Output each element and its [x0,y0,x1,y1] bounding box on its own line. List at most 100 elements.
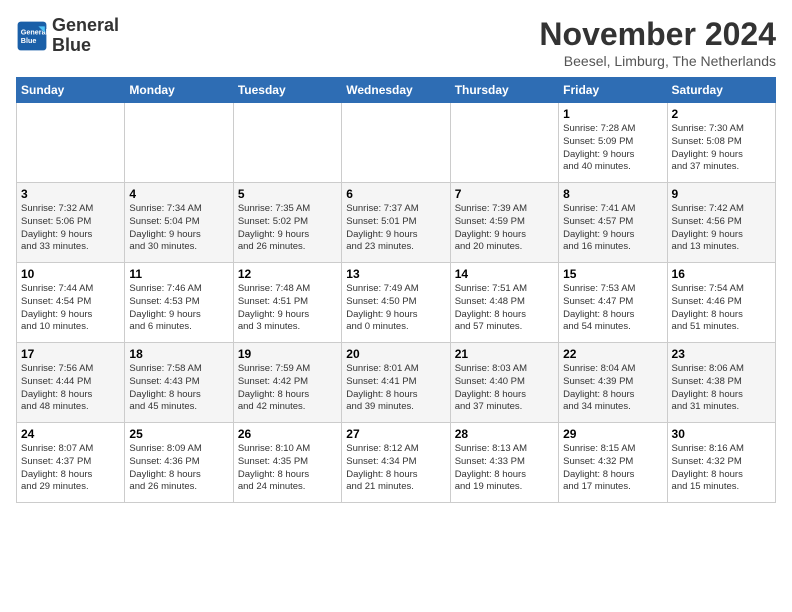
day-info: Sunrise: 8:09 AM Sunset: 4:36 PM Dayligh… [129,443,228,494]
calendar-cell: 18 Sunrise: 7:58 AM Sunset: 4:43 PM Dayli… [125,343,233,423]
calendar-cell: 6Sunrise: 7:37 AM Sunset: 5:01 PM Daylig… [342,183,450,263]
calendar-cell: 14 Sunrise: 7:51 AM Sunset: 4:48 PM Dayli… [450,263,558,343]
day-info: Sunrise: 8:06 AM Sunset: 4:38 PM Dayligh… [672,363,771,414]
header-day: Wednesday [342,78,450,103]
calendar-header: SundayMondayTuesdayWednesdayThursdayFrid… [17,78,776,103]
calendar-cell: 17 Sunrise: 7:56 AM Sunset: 4:44 PM Dayli… [17,343,125,423]
logo-text: General Blue [52,16,119,56]
calendar-cell: 7 Sunrise: 7:39 AM Sunset: 4:59 PM Daylig… [450,183,558,263]
day-info: Sunrise: 7:41 AM Sunset: 4:57 PM Dayligh… [563,203,662,254]
calendar-cell: 29 Sunrise: 8:15 AM Sunset: 4:32 PM Dayli… [559,423,667,503]
title-block: November 2024 Beesel, Limburg, The Nethe… [539,16,776,69]
calendar-week: 10 Sunrise: 7:44 AM Sunset: 4:54 PM Dayli… [17,263,776,343]
day-number: 30 [672,427,771,441]
logo: General Blue General Blue [16,16,119,56]
calendar-table: SundayMondayTuesdayWednesdayThursdayFrid… [16,77,776,503]
calendar-cell: 2 Sunrise: 7:30 AM Sunset: 5:08 PM Daylig… [667,103,775,183]
header-day: Friday [559,78,667,103]
day-number: 14 [455,267,554,281]
svg-text:Blue: Blue [21,36,37,45]
calendar-week: 3 Sunrise: 7:32 AM Sunset: 5:06 PM Daylig… [17,183,776,263]
calendar-cell: 11Sunrise: 7:46 AM Sunset: 4:53 PM Dayli… [125,263,233,343]
day-info: Sunrise: 7:35 AM Sunset: 5:02 PM Dayligh… [238,203,337,254]
day-info: Sunrise: 8:10 AM Sunset: 4:35 PM Dayligh… [238,443,337,494]
header-row: SundayMondayTuesdayWednesdayThursdayFrid… [17,78,776,103]
month-title: November 2024 [539,16,776,53]
day-number: 9 [672,187,771,201]
calendar-cell: 21 Sunrise: 8:03 AM Sunset: 4:40 PM Dayli… [450,343,558,423]
calendar-cell: 4Sunrise: 7:34 AM Sunset: 5:04 PM Daylig… [125,183,233,263]
day-number: 7 [455,187,554,201]
day-number: 15 [563,267,662,281]
calendar-cell: 12 Sunrise: 7:48 AM Sunset: 4:51 PM Dayli… [233,263,341,343]
day-info: Sunrise: 8:13 AM Sunset: 4:33 PM Dayligh… [455,443,554,494]
day-number: 23 [672,347,771,361]
calendar-cell: 19 Sunrise: 7:59 AM Sunset: 4:42 PM Dayli… [233,343,341,423]
day-number: 12 [238,267,337,281]
calendar-cell: 24Sunrise: 8:07 AM Sunset: 4:37 PM Dayli… [17,423,125,503]
day-info: Sunrise: 7:56 AM Sunset: 4:44 PM Dayligh… [21,363,120,414]
subtitle: Beesel, Limburg, The Netherlands [539,53,776,69]
day-info: Sunrise: 8:03 AM Sunset: 4:40 PM Dayligh… [455,363,554,414]
day-info: Sunrise: 7:59 AM Sunset: 4:42 PM Dayligh… [238,363,337,414]
calendar-cell: 30 Sunrise: 8:16 AM Sunset: 4:32 PM Dayli… [667,423,775,503]
day-number: 10 [21,267,120,281]
day-info: Sunrise: 7:46 AM Sunset: 4:53 PM Dayligh… [129,283,228,334]
day-number: 22 [563,347,662,361]
day-number: 19 [238,347,337,361]
day-number: 29 [563,427,662,441]
day-info: Sunrise: 8:12 AM Sunset: 4:34 PM Dayligh… [346,443,445,494]
calendar-cell: 16Sunrise: 7:54 AM Sunset: 4:46 PM Dayli… [667,263,775,343]
calendar-body: 1Sunrise: 7:28 AM Sunset: 5:09 PM Daylig… [17,103,776,503]
day-info: Sunrise: 7:51 AM Sunset: 4:48 PM Dayligh… [455,283,554,334]
day-number: 21 [455,347,554,361]
calendar-cell: 9 Sunrise: 7:42 AM Sunset: 4:56 PM Daylig… [667,183,775,263]
day-number: 2 [672,107,771,121]
day-info: Sunrise: 7:44 AM Sunset: 4:54 PM Dayligh… [21,283,120,334]
day-info: Sunrise: 7:53 AM Sunset: 4:47 PM Dayligh… [563,283,662,334]
calendar-cell: 8 Sunrise: 7:41 AM Sunset: 4:57 PM Daylig… [559,183,667,263]
day-number: 17 [21,347,120,361]
day-number: 20 [346,347,445,361]
day-number: 28 [455,427,554,441]
calendar-cell [125,103,233,183]
day-number: 25 [129,427,228,441]
logo-icon: General Blue [16,20,48,52]
calendar-cell: 1Sunrise: 7:28 AM Sunset: 5:09 PM Daylig… [559,103,667,183]
calendar-cell: 26Sunrise: 8:10 AM Sunset: 4:35 PM Dayli… [233,423,341,503]
calendar-cell: 15 Sunrise: 7:53 AM Sunset: 4:47 PM Dayli… [559,263,667,343]
calendar-cell: 23 Sunrise: 8:06 AM Sunset: 4:38 PM Dayli… [667,343,775,423]
day-info: Sunrise: 8:15 AM Sunset: 4:32 PM Dayligh… [563,443,662,494]
calendar-cell [450,103,558,183]
day-info: Sunrise: 7:39 AM Sunset: 4:59 PM Dayligh… [455,203,554,254]
day-info: Sunrise: 7:49 AM Sunset: 4:50 PM Dayligh… [346,283,445,334]
calendar-cell [342,103,450,183]
calendar-cell [17,103,125,183]
calendar-cell: 25 Sunrise: 8:09 AM Sunset: 4:36 PM Dayli… [125,423,233,503]
calendar-cell: 27 Sunrise: 8:12 AM Sunset: 4:34 PM Dayli… [342,423,450,503]
day-number: 18 [129,347,228,361]
day-info: Sunrise: 7:48 AM Sunset: 4:51 PM Dayligh… [238,283,337,334]
day-info: Sunrise: 7:58 AM Sunset: 4:43 PM Dayligh… [129,363,228,414]
calendar-cell: 22Sunrise: 8:04 AM Sunset: 4:39 PM Dayli… [559,343,667,423]
header-day: Thursday [450,78,558,103]
day-number: 8 [563,187,662,201]
day-number: 27 [346,427,445,441]
day-number: 1 [563,107,662,121]
calendar-week: 24Sunrise: 8:07 AM Sunset: 4:37 PM Dayli… [17,423,776,503]
calendar-cell [233,103,341,183]
day-number: 3 [21,187,120,201]
day-info: Sunrise: 7:30 AM Sunset: 5:08 PM Dayligh… [672,123,771,174]
header-day: Monday [125,78,233,103]
day-number: 4 [129,187,228,201]
header-day: Saturday [667,78,775,103]
calendar-cell: 20Sunrise: 8:01 AM Sunset: 4:41 PM Dayli… [342,343,450,423]
day-info: Sunrise: 7:37 AM Sunset: 5:01 PM Dayligh… [346,203,445,254]
calendar-cell: 5Sunrise: 7:35 AM Sunset: 5:02 PM Daylig… [233,183,341,263]
day-info: Sunrise: 7:54 AM Sunset: 4:46 PM Dayligh… [672,283,771,334]
calendar-cell: 28 Sunrise: 8:13 AM Sunset: 4:33 PM Dayli… [450,423,558,503]
day-info: Sunrise: 8:16 AM Sunset: 4:32 PM Dayligh… [672,443,771,494]
day-info: Sunrise: 7:42 AM Sunset: 4:56 PM Dayligh… [672,203,771,254]
day-info: Sunrise: 7:32 AM Sunset: 5:06 PM Dayligh… [21,203,120,254]
page-header: General Blue General Blue November 2024 … [16,16,776,69]
